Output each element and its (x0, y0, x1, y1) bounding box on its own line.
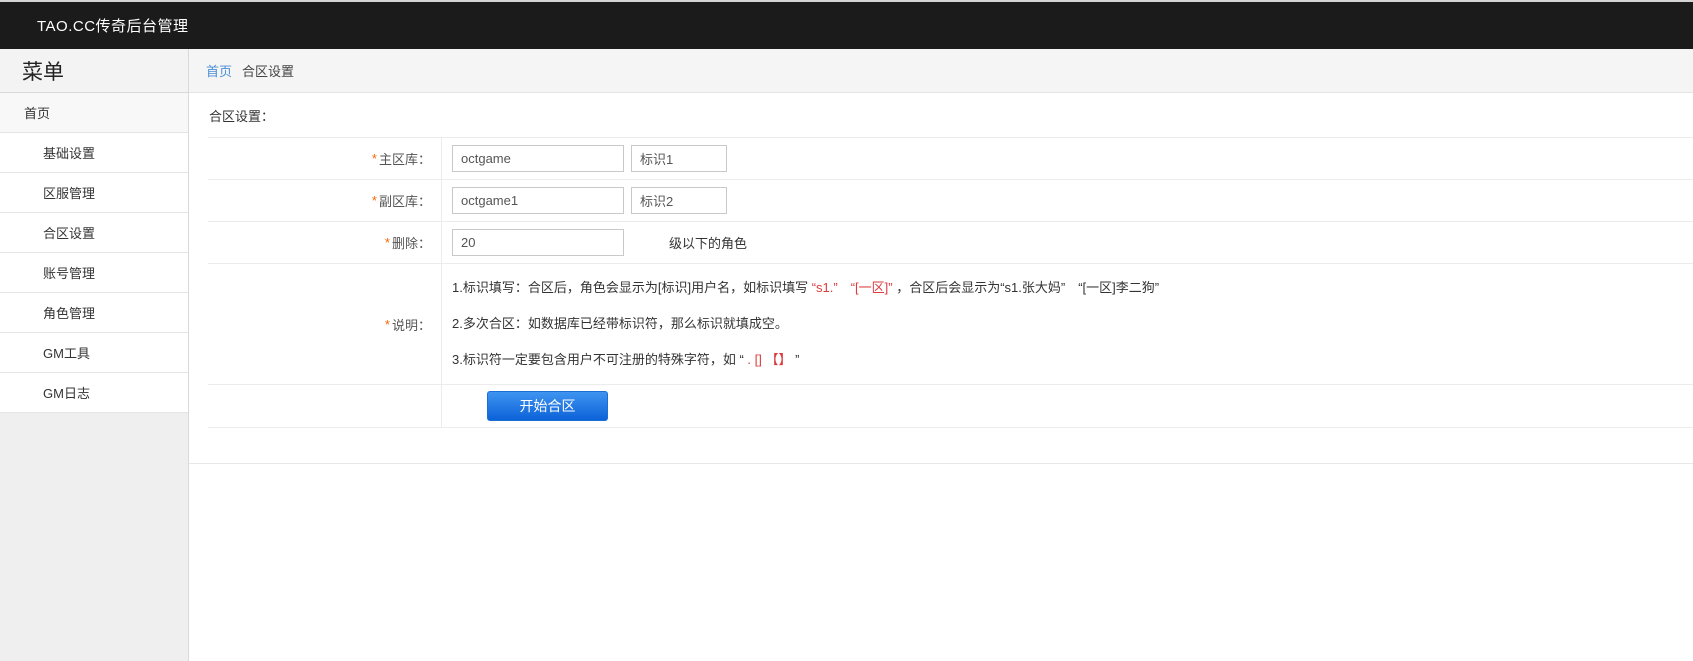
sidebar-item-role-management[interactable]: 角色管理 (0, 293, 188, 333)
form-row-secondary-db: * 副区库： (208, 180, 1693, 222)
required-asterisk: * (372, 193, 377, 208)
primary-db-label-text: 主区库： (379, 149, 431, 168)
notes-content: 1.标识填写：合区后，角色会显示为[标识]用户名，如标识填写 “s1.” “[一… (441, 264, 1693, 384)
sidebar: 菜单 首页 基础设置 区服管理 合区设置 账号管理 角色管理 GM工具 GM日志 (0, 49, 189, 661)
secondary-db-label-text: 副区库： (379, 191, 431, 210)
delete-level-input[interactable] (452, 229, 624, 256)
sidebar-item-basic-settings[interactable]: 基础设置 (0, 133, 188, 173)
section-title: 合区设置： (189, 93, 1693, 137)
delete-level-suffix: 级以下的角色 (669, 233, 747, 252)
body-row: 菜单 首页 基础设置 区服管理 合区设置 账号管理 角色管理 GM工具 GM日志… (0, 49, 1693, 661)
breadcrumb-current: 合区设置 (242, 61, 294, 80)
note1-spacer (838, 280, 851, 295)
required-asterisk: * (385, 317, 390, 332)
note-line-3: 3.标识符一定要包含用户不可注册的特殊字符，如 “ . [] 【】 ” (452, 342, 1693, 378)
note3-text: 3.标识符一定要包含用户不可注册的特殊字符，如 “ (452, 352, 744, 367)
main-area: 首页 合区设置 合区设置： * 主区库： (189, 49, 1693, 661)
primary-db-label: * 主区库： (208, 138, 441, 179)
secondary-db-input[interactable] (452, 187, 624, 214)
delete-level-fields: 级以下的角色 (441, 222, 1693, 263)
required-asterisk: * (372, 151, 377, 166)
start-merge-button[interactable]: 开始合区 (487, 391, 608, 421)
secondary-db-label: * 副区库： (208, 180, 441, 221)
notes-label: * 说明： (208, 264, 441, 384)
required-asterisk: * (385, 235, 390, 250)
content-panel: 合区设置： * 主区库： * (189, 93, 1693, 661)
secondary-db-tag-input[interactable] (631, 187, 727, 214)
form-row-primary-db: * 主区库： (208, 138, 1693, 180)
sidebar-item-home[interactable]: 首页 (0, 93, 188, 133)
primary-db-input[interactable] (452, 145, 624, 172)
sidebar-filler (0, 413, 188, 661)
breadcrumb-home-link[interactable]: 首页 (206, 61, 232, 80)
note1-red-example-1: “s1.” (812, 280, 838, 295)
note1-text: 1.标识填写：合区后，角色会显示为[标识]用户名，如标识填写 (452, 280, 812, 295)
bottom-divider (189, 463, 1693, 464)
note-line-2: 2.多次合区：如数据库已经带标识符，那么标识就填成空。 (452, 306, 1693, 342)
sidebar-item-gm-logs[interactable]: GM日志 (0, 373, 188, 413)
primary-db-tag-input[interactable] (631, 145, 727, 172)
sidebar-item-merge-settings[interactable]: 合区设置 (0, 213, 188, 253)
page: TAO.CC传奇后台管理 菜单 首页 基础设置 区服管理 合区设置 账号管理 角… (0, 0, 1693, 661)
delete-level-label-text: 删除： (392, 233, 431, 252)
note1-text-tail: ，合区后会显示为“s1.张大妈” “[一区]李二狗” (893, 280, 1160, 295)
form-row-submit: 开始合区 (208, 385, 1693, 428)
app-title: TAO.CC传奇后台管理 (0, 15, 189, 36)
sidebar-item-account-management[interactable]: 账号管理 (0, 253, 188, 293)
sidebar-menu-heading: 菜单 (0, 49, 188, 93)
notes-label-text: 说明： (392, 315, 431, 334)
delete-level-label: * 删除： (208, 222, 441, 263)
note-line-1: 1.标识填写：合区后，角色会显示为[标识]用户名，如标识填写 “s1.” “[一… (452, 270, 1693, 306)
merge-settings-form: * 主区库： * 副区库： (208, 137, 1693, 428)
submit-row-label-spacer (208, 385, 441, 427)
topbar: TAO.CC传奇后台管理 (0, 0, 1693, 49)
secondary-db-fields (441, 180, 1693, 221)
form-row-delete-level: * 删除： 级以下的角色 (208, 222, 1693, 264)
submit-row-content: 开始合区 (441, 385, 1693, 427)
breadcrumb: 首页 合区设置 (189, 49, 1693, 93)
note3-red-chars: . [] 【】 (744, 352, 795, 367)
form-row-notes: * 说明： 1.标识填写：合区后，角色会显示为[标识]用户名，如标识填写 “s1… (208, 264, 1693, 385)
note3-text-tail: ” (795, 352, 799, 367)
note2-text: 2.多次合区：如数据库已经带标识符，那么标识就填成空。 (452, 316, 788, 331)
primary-db-fields (441, 138, 1693, 179)
note1-red-example-2: “[一区]” (851, 280, 893, 295)
sidebar-item-gm-tools[interactable]: GM工具 (0, 333, 188, 373)
sidebar-item-server-management[interactable]: 区服管理 (0, 173, 188, 213)
